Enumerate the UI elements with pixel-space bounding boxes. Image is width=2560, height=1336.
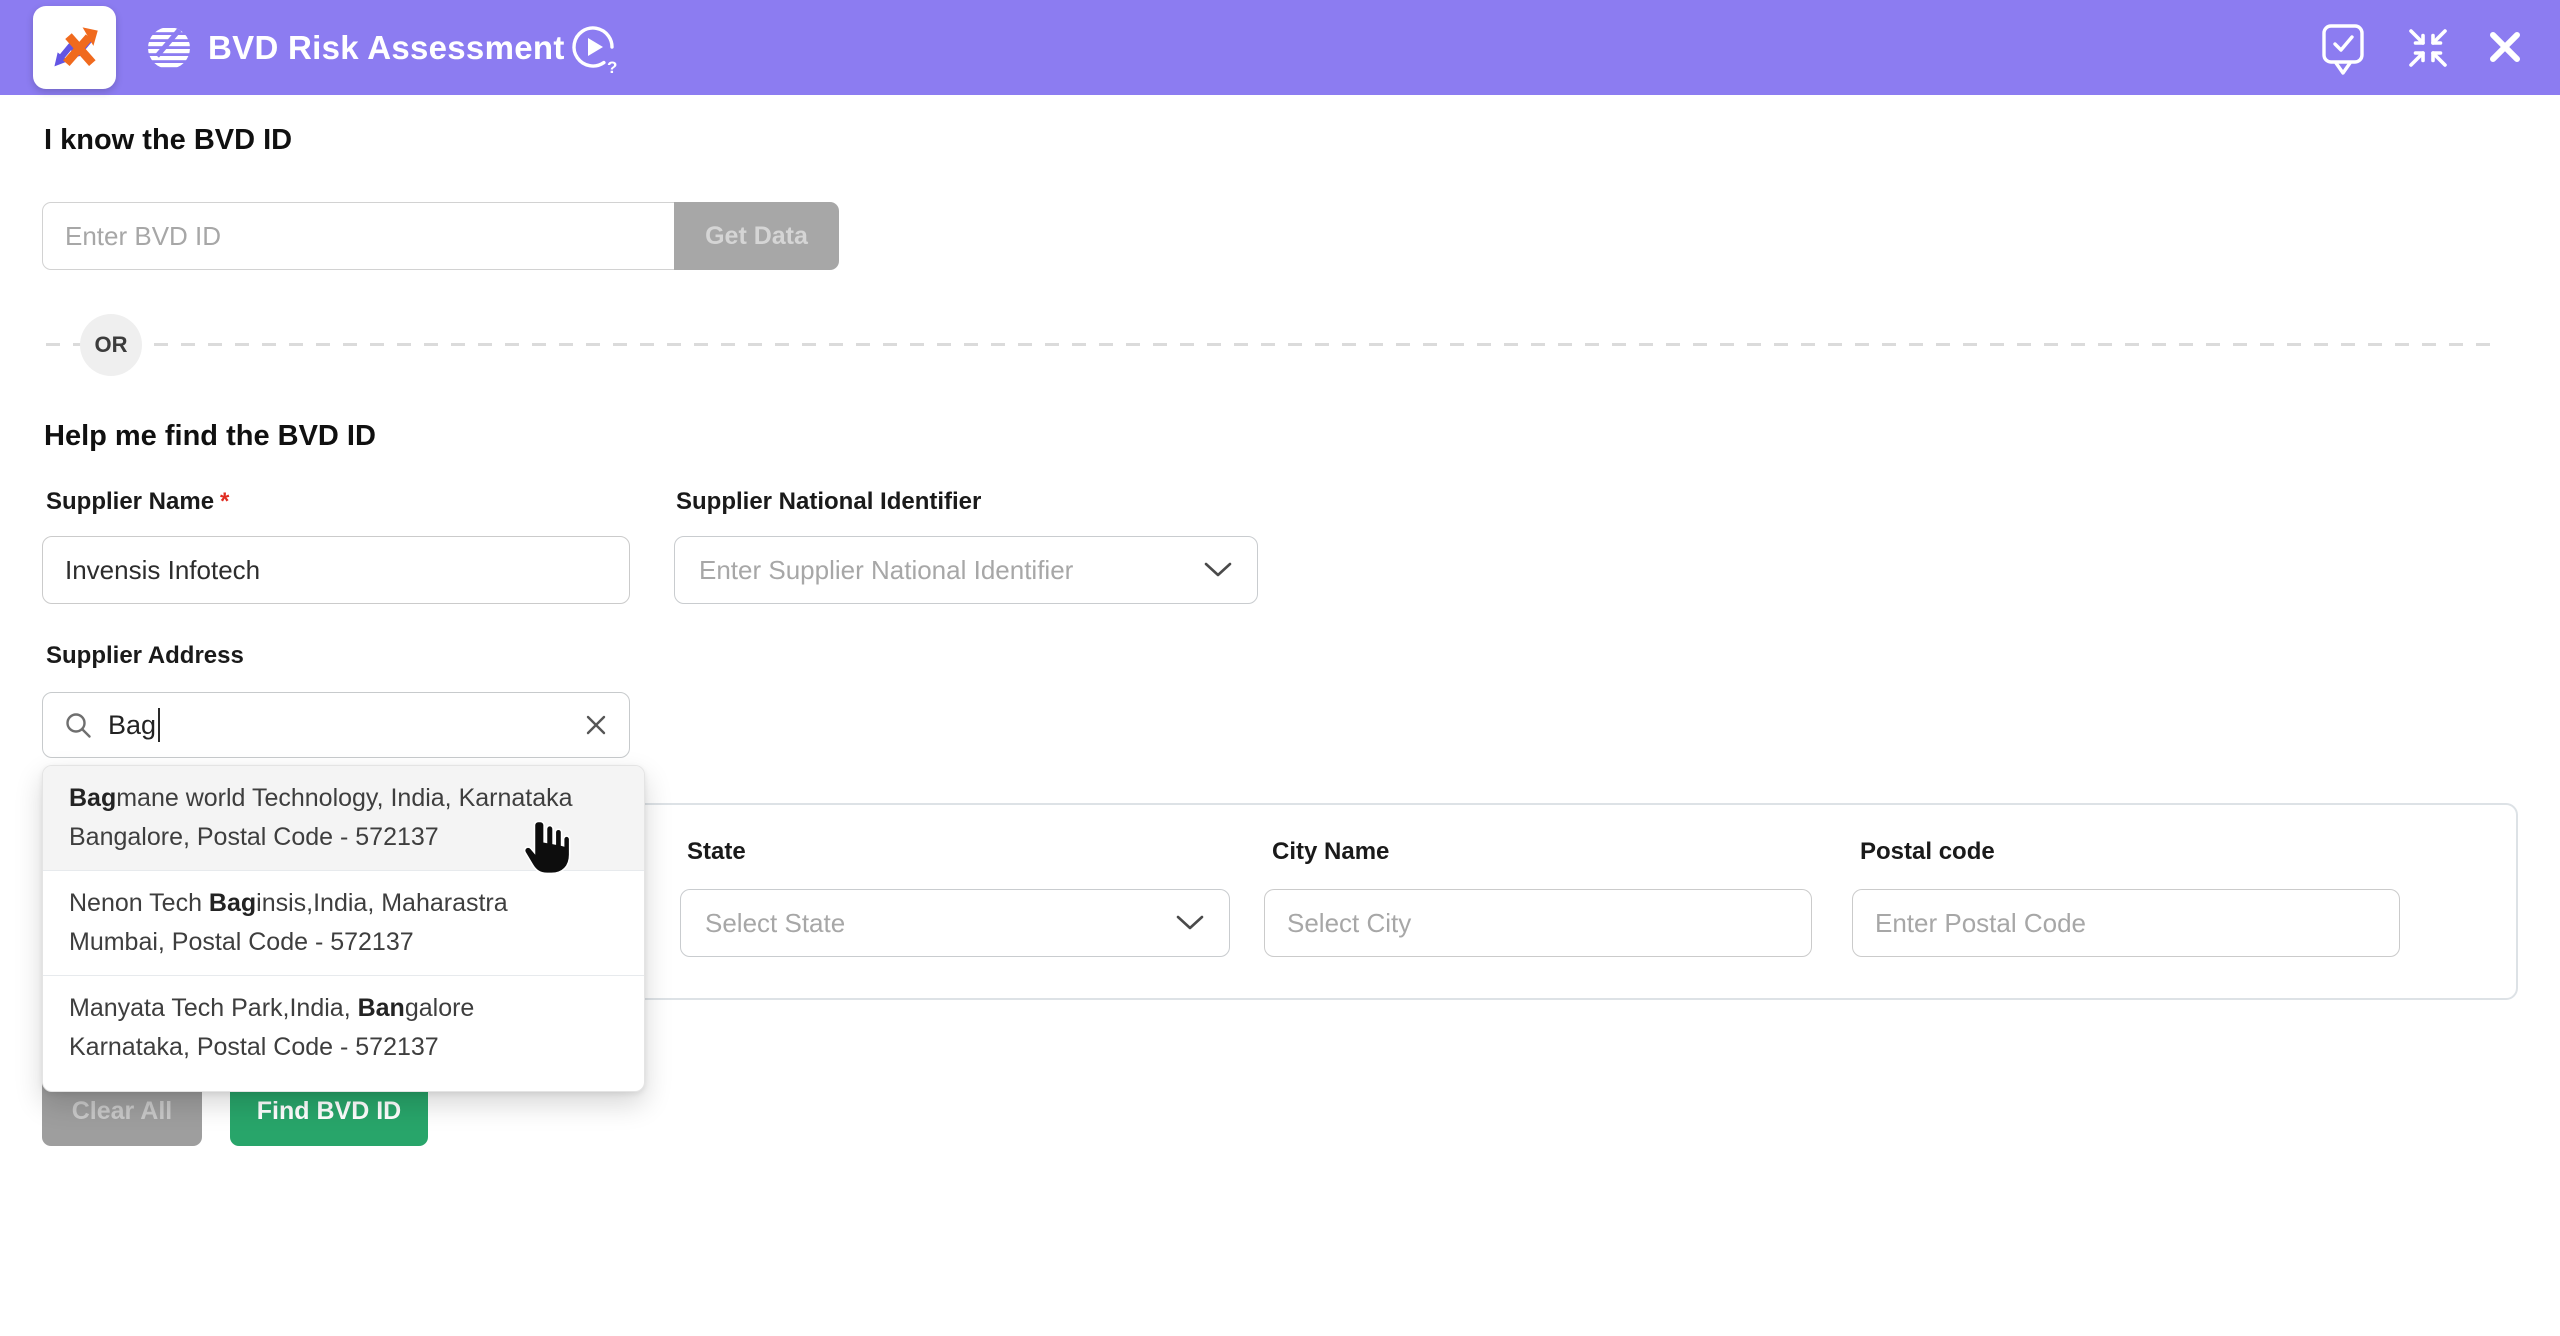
svg-text:?: ? [607, 58, 617, 75]
state-select[interactable]: Select State [680, 889, 1230, 957]
national-identifier-label: Supplier National Identifier [676, 488, 981, 516]
city-name-label: City Name [1272, 838, 1389, 866]
suggestion-text-rest: insis,India, Maharastra [256, 889, 508, 917]
postal-code-label: Postal code [1860, 838, 1995, 866]
suggestion-text-rest: mane world Technology, India, Karnataka [116, 784, 572, 812]
close-icon[interactable] [2486, 28, 2524, 66]
suggestion-text-pre: Nenon Tech [69, 889, 209, 917]
suggestion-match-highlight: Bag [209, 889, 256, 917]
section-heading-find-bvd: Help me find the BVD ID [44, 420, 376, 453]
collapse-icon[interactable] [2406, 26, 2450, 70]
suggestion-line1: Bagmane world Technology, India, Karnata… [69, 779, 620, 818]
video-help-icon[interactable]: ? [571, 25, 619, 75]
suggestion-match-highlight: Bag [69, 784, 116, 812]
feedback-icon[interactable] [2322, 24, 2364, 76]
get-data-button[interactable]: Get Data [674, 202, 839, 270]
chevron-down-icon [1203, 561, 1233, 579]
analytics-logo-icon [49, 22, 101, 74]
window-title: BVD Risk Assessment [208, 0, 565, 95]
supplier-name-label: Supplier Name* [46, 488, 229, 516]
address-query-text: Bag [108, 710, 156, 741]
bvd-id-input[interactable] [42, 202, 676, 270]
postal-code-input[interactable] [1852, 889, 2400, 957]
address-suggestion-item-3[interactable]: Manyata Tech Park,India, Bangalore Karna… [43, 975, 644, 1080]
supplier-name-input[interactable] [42, 536, 630, 604]
section-heading-know-bvd: I know the BVD ID [44, 124, 292, 157]
suggestion-line2: Karnataka, Postal Code - 572137 [69, 1028, 620, 1067]
supplier-address-search-input[interactable]: Bag [42, 692, 630, 758]
header-bar: BVD Risk Assessment ? [0, 0, 2560, 95]
bvd-sphere-icon [146, 25, 192, 71]
suggestion-line2: Bangalore, Postal Code - 572137 [69, 818, 620, 857]
national-identifier-select[interactable]: Enter Supplier National Identifier [674, 536, 1258, 604]
search-icon [63, 710, 93, 740]
bvd-risk-assessment-window: BVD Risk Assessment ? [0, 0, 2560, 1336]
suggestion-match-highlight: Ban [358, 994, 405, 1022]
required-asterisk: * [220, 488, 229, 515]
address-suggestion-item-1[interactable]: Bagmane world Technology, India, Karnata… [43, 766, 644, 870]
suggestion-line1: Nenon Tech Baginsis,India, Maharastra [69, 884, 620, 923]
suggestion-text-pre: Manyata Tech Park,India, [69, 994, 358, 1022]
or-badge: OR [80, 314, 142, 376]
address-suggestions-dropdown: Bagmane world Technology, India, Karnata… [42, 765, 645, 1092]
divider-dashed-line [46, 343, 2498, 346]
supplier-address-label: Supplier Address [46, 642, 244, 670]
national-identifier-placeholder: Enter Supplier National Identifier [699, 555, 1203, 586]
suggestion-line2: Mumbai, Postal Code - 572137 [69, 923, 620, 962]
supplier-name-label-text: Supplier Name [46, 488, 214, 515]
suggestion-text-rest: galore [405, 994, 475, 1022]
clear-search-icon[interactable] [583, 712, 609, 738]
suggestion-line1: Manyata Tech Park,India, Bangalore [69, 989, 620, 1028]
address-suggestion-item-2[interactable]: Nenon Tech Baginsis,India, Maharastra Mu… [43, 870, 644, 975]
state-placeholder: Select State [705, 908, 1175, 939]
app-logo-tile [33, 6, 116, 89]
state-label: State [687, 838, 746, 866]
city-name-input[interactable] [1264, 889, 1812, 957]
chevron-down-icon [1175, 914, 1205, 932]
text-cursor [158, 708, 160, 742]
